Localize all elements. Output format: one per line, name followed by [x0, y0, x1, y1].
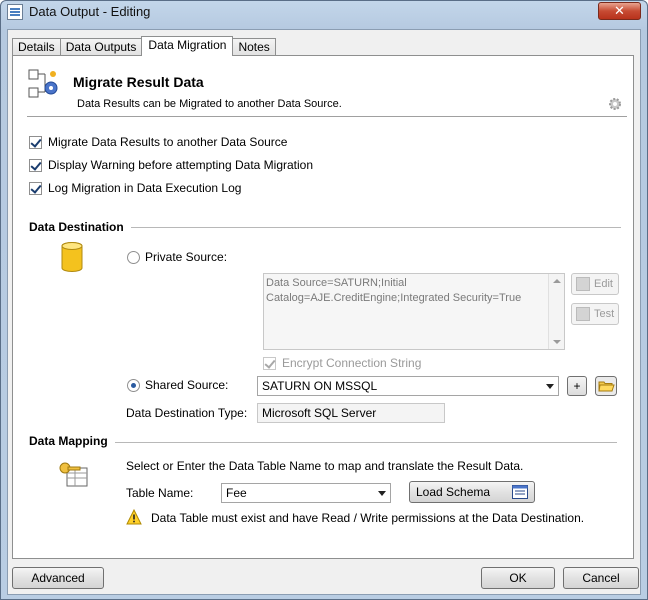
display-warning-checkbox[interactable] [29, 158, 42, 172]
data-destination-divider [131, 227, 621, 228]
shared-source-dropdown[interactable]: SATURN ON MSSQL [257, 376, 559, 396]
load-schema-label: Load Schema [416, 485, 491, 499]
title-bar: Data Output - Editing ✕ [1, 1, 647, 23]
page-subtitle: Data Results can be Migrated to another … [77, 98, 342, 110]
close-button[interactable]: ✕ [598, 2, 641, 20]
destination-type-field: Microsoft SQL Server [257, 403, 445, 423]
encrypt-checkbox[interactable] [263, 356, 276, 370]
migrate-results-checkbox[interactable] [29, 135, 42, 149]
table-name-dropdown[interactable]: Fee [221, 483, 391, 503]
scroll-down-arrow-icon[interactable] [553, 340, 561, 344]
destination-type-label: Data Destination Type: [126, 406, 248, 420]
advanced-button[interactable]: Advanced [12, 567, 104, 589]
connection-string-scrollbar[interactable] [548, 274, 564, 349]
gear-icon[interactable] [607, 96, 623, 112]
window-title: Data Output - Editing [29, 4, 151, 19]
scroll-up-arrow-icon[interactable] [553, 279, 561, 283]
connection-string-text: Data Source=SATURN;Initial Catalog=AJE.C… [266, 277, 522, 304]
private-source-label: Private Source: [145, 250, 228, 264]
tab-details[interactable]: Details [12, 38, 61, 56]
encrypt-option[interactable]: Encrypt Connection String [263, 355, 421, 371]
shared-source-label: Shared Source: [145, 378, 229, 392]
table-name-label: Table Name: [126, 486, 194, 500]
chevron-down-icon [546, 384, 554, 389]
display-warning-label: Display Warning before attempting Data M… [48, 158, 314, 172]
window-icon [7, 4, 23, 20]
database-icon [61, 242, 83, 272]
log-migration-checkbox[interactable] [29, 181, 42, 195]
chevron-down-icon [378, 491, 386, 496]
dialog-client: Details Data Outputs Data Migration Note… [7, 29, 641, 595]
add-shared-source-button[interactable]: + [567, 376, 587, 396]
edit-button-label: Edit [594, 278, 613, 290]
test-button-label: Test [594, 308, 615, 320]
open-folder-icon[interactable] [595, 376, 617, 396]
page-title: Migrate Result Data [73, 74, 204, 90]
cancel-button[interactable]: Cancel [563, 567, 639, 589]
load-schema-button[interactable]: Load Schema [409, 481, 535, 503]
edit-button[interactable]: Edit [571, 273, 619, 295]
data-migration-panel: Migrate Result Data Data Results can be … [12, 55, 634, 559]
dialog-window: Data Output - Editing ✕ Details Data Out… [0, 0, 648, 600]
edit-icon [576, 277, 590, 291]
migrate-results-label: Migrate Data Results to another Data Sou… [48, 135, 288, 149]
mapping-instructions: Select or Enter the Data Table Name to m… [126, 459, 524, 473]
tab-notes[interactable]: Notes [232, 38, 276, 56]
private-source-radio[interactable] [127, 251, 140, 264]
data-mapping-heading: Data Mapping [29, 434, 108, 448]
shared-source-radio[interactable] [127, 379, 140, 392]
tab-strip: Details Data Outputs Data Migration Note… [12, 36, 276, 56]
warning-message: Data Table must exist and have Read / Wr… [151, 511, 585, 525]
test-button[interactable]: Test [571, 303, 619, 325]
schema-icon [512, 485, 528, 499]
data-mapping-divider [115, 442, 617, 443]
encrypt-label: Encrypt Connection String [282, 356, 422, 370]
shared-source-value: SATURN ON MSSQL [262, 379, 378, 393]
migrate-results-option[interactable]: Migrate Data Results to another Data Sou… [29, 134, 287, 150]
log-migration-option[interactable]: Log Migration in Data Execution Log [29, 180, 241, 196]
tab-data-migration[interactable]: Data Migration [141, 36, 234, 56]
connection-string-field[interactable]: Data Source=SATURN;Initial Catalog=AJE.C… [263, 273, 565, 350]
table-mapping-icon [59, 462, 88, 487]
tab-data-outputs[interactable]: Data Outputs [59, 38, 143, 56]
warning-icon [126, 509, 142, 525]
header-divider [27, 116, 627, 117]
display-warning-option[interactable]: Display Warning before attempting Data M… [29, 157, 313, 173]
test-icon [576, 307, 590, 321]
ok-button[interactable]: OK [481, 567, 555, 589]
migrate-data-icon [28, 69, 58, 98]
table-name-value: Fee [226, 486, 247, 500]
log-migration-label: Log Migration in Data Execution Log [48, 181, 242, 195]
data-destination-heading: Data Destination [29, 220, 124, 234]
